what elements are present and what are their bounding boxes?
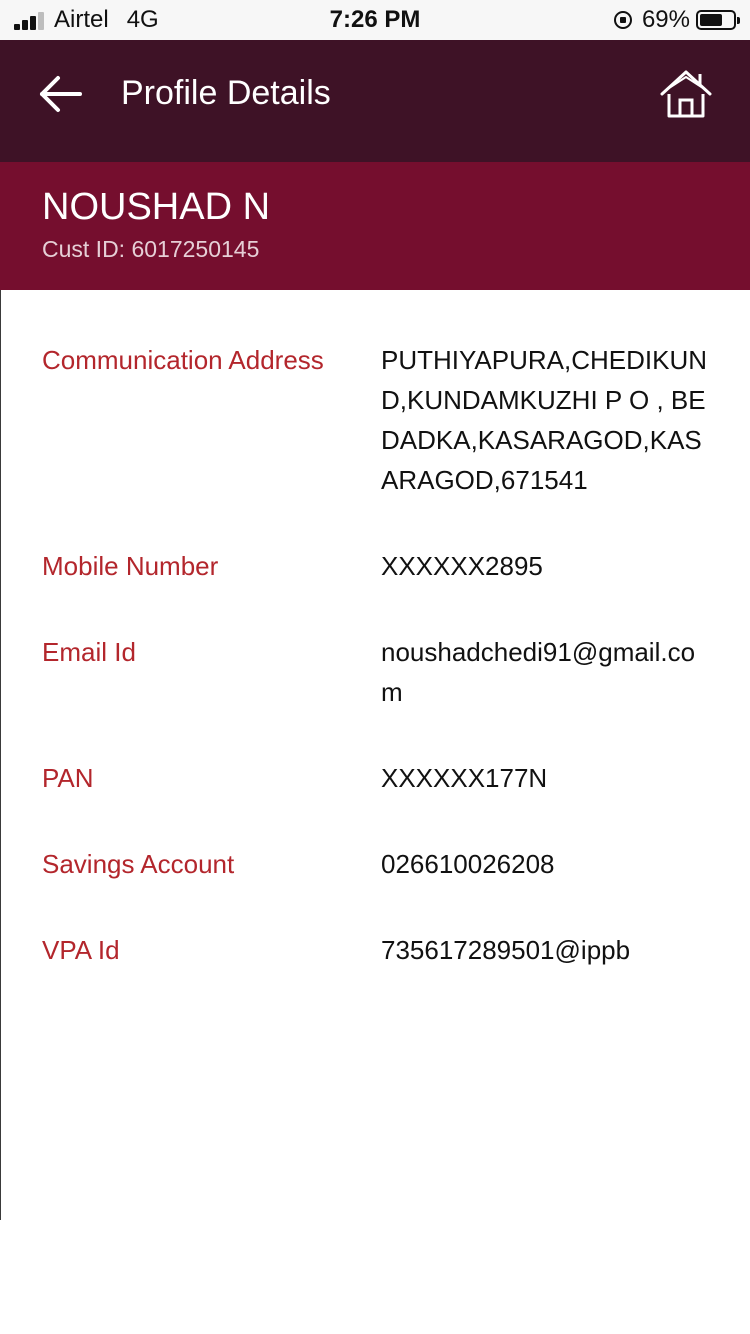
back-button[interactable]: [30, 64, 90, 124]
detail-row-savings-account: Savings Account 026610026208: [0, 844, 750, 884]
profile-details-list: Communication Address PUTHIYAPURA,CHEDIK…: [0, 290, 750, 970]
detail-value: 735617289501@ippb: [381, 935, 631, 965]
app-bar: Profile Details: [0, 40, 750, 162]
detail-value: 026610026208: [381, 849, 555, 879]
page-title: Profile Details: [121, 74, 331, 112]
detail-row-pan: PAN XXXXXX177N: [0, 758, 750, 798]
detail-row-vpa-id: VPA Id 735617289501@ippb: [0, 930, 750, 970]
home-button[interactable]: [656, 64, 716, 124]
detail-label: Savings Account: [42, 849, 235, 879]
detail-row-mobile-number: Mobile Number XXXXXX2895: [0, 546, 750, 586]
status-right: 69%: [613, 6, 740, 34]
customer-header: NOUSHAD N Cust ID: 6017250145: [0, 162, 750, 290]
detail-row-communication-address: Communication Address PUTHIYAPURA,CHEDIK…: [0, 340, 750, 500]
detail-label: Email Id: [42, 637, 136, 667]
customer-name: NOUSHAD N: [42, 186, 271, 228]
rotation-lock-icon: [613, 11, 632, 29]
battery-icon: [696, 10, 740, 30]
detail-value: noushadchedi91@gmail.com: [381, 637, 696, 707]
arrow-left-icon: [40, 76, 82, 112]
battery-level-fill: [700, 14, 722, 26]
detail-label: PAN: [42, 763, 94, 793]
battery-tip: [737, 17, 740, 24]
battery-percent: 69%: [641, 6, 690, 33]
detail-value: XXXXXX177N: [381, 763, 548, 793]
detail-value: PUTHIYAPURA,CHEDIKUND,KUNDAMKUZHI P O , …: [381, 345, 708, 495]
detail-label: Mobile Number: [42, 551, 219, 581]
detail-label: VPA Id: [42, 935, 120, 965]
detail-value: XXXXXX2895: [381, 551, 543, 581]
profile-details-screen: Airtel 4G 7:26 PM 69% Profile Details NO…: [0, 0, 750, 1334]
detail-row-email-id: Email Id noushadchedi91@gmail.com: [0, 632, 750, 712]
home-icon: [660, 70, 712, 118]
status-bar: Airtel 4G 7:26 PM 69%: [0, 0, 750, 40]
customer-id: Cust ID: 6017250145: [42, 236, 260, 262]
detail-label: Communication Address: [42, 345, 324, 375]
